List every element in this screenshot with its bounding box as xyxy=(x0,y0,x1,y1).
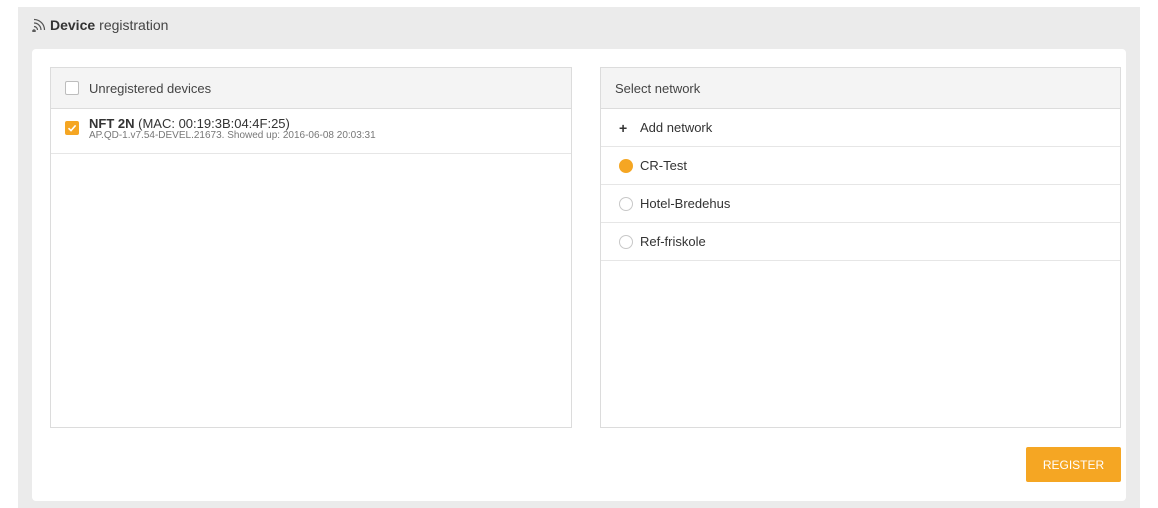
plus-icon: + xyxy=(619,119,628,136)
device-mac: (MAC: 00:19:3B:04:4F:25) xyxy=(138,116,290,131)
checkmark-icon xyxy=(67,124,77,132)
select-network-label: Select network xyxy=(615,80,701,96)
add-network-button[interactable]: + Add network xyxy=(601,109,1120,147)
device-checkbox[interactable] xyxy=(65,121,79,135)
page-title-rest: registration xyxy=(99,17,169,33)
select-all-checkbox[interactable] xyxy=(65,81,79,95)
page-title: Device registration xyxy=(32,15,168,35)
unregistered-devices-panel: Unregistered devices NFT 2N (MAC: 00:19:… xyxy=(50,67,572,428)
network-option-cr-test[interactable]: CR-Test xyxy=(601,147,1120,185)
device-list-item[interactable]: NFT 2N (MAC: 00:19:3B:04:4F:25) AP.QD-1.… xyxy=(51,109,571,154)
add-network-label: Add network xyxy=(640,120,713,135)
network-label: CR-Test xyxy=(640,158,687,173)
network-radio[interactable] xyxy=(619,196,633,211)
device-title: NFT 2N (MAC: 00:19:3B:04:4F:25) xyxy=(89,116,376,131)
device-info: NFT 2N (MAC: 00:19:3B:04:4F:25) AP.QD-1.… xyxy=(89,116,376,142)
select-network-panel: Select network + Add network CR-Test Hot… xyxy=(600,67,1121,428)
wifi-icon xyxy=(32,18,46,32)
register-button[interactable]: REGISTER xyxy=(1026,447,1121,482)
device-name: NFT 2N xyxy=(89,116,135,131)
network-option-hotel-bredehus[interactable]: Hotel-Bredehus xyxy=(601,185,1120,223)
network-label: Ref-friskole xyxy=(640,234,706,249)
select-network-header: Select network xyxy=(601,68,1120,109)
device-detail: AP.QD-1.v7.54-DEVEL.21673. Showed up: 20… xyxy=(89,130,376,141)
network-option-ref-friskole[interactable]: Ref-friskole xyxy=(601,223,1120,261)
unregistered-devices-header: Unregistered devices xyxy=(51,68,571,109)
network-label: Hotel-Bredehus xyxy=(640,196,731,211)
page-title-bold: Device xyxy=(50,17,96,33)
unregistered-devices-label: Unregistered devices xyxy=(89,80,212,96)
registration-card: Unregistered devices NFT 2N (MAC: 00:19:… xyxy=(32,49,1126,501)
page-container: Device registration Unregistered devices… xyxy=(18,7,1140,508)
network-radio[interactable] xyxy=(619,234,633,249)
network-radio[interactable] xyxy=(619,158,633,173)
